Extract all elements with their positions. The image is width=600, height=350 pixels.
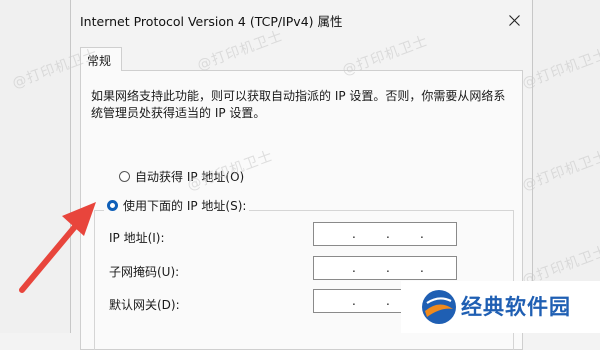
- site-badge-text: 经典软件园: [461, 295, 571, 319]
- site-badge: 经典软件园: [401, 281, 600, 333]
- site-logo-icon: [422, 290, 456, 324]
